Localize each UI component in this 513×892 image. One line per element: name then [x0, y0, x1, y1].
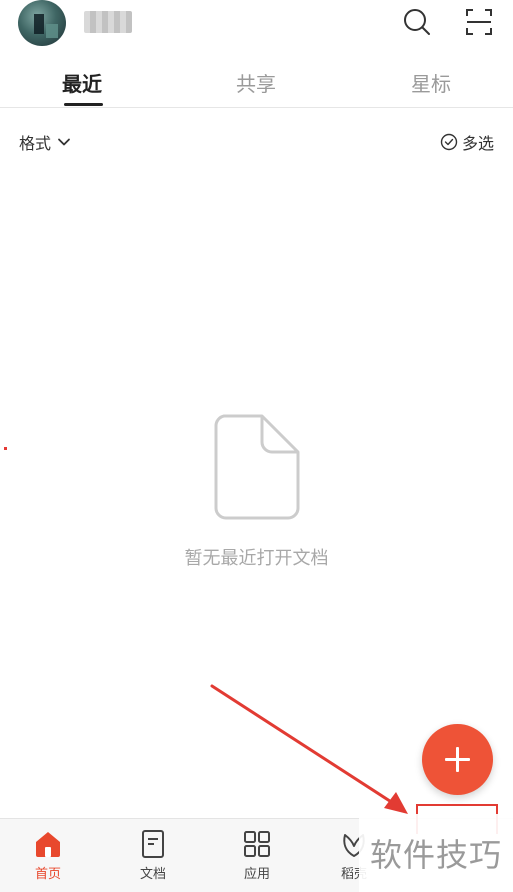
- nav-documents-label: 文档: [139, 867, 166, 882]
- nav-apps-label: 应用: [243, 867, 270, 882]
- tab-recent[interactable]: 最近: [62, 68, 102, 97]
- home-icon: [36, 832, 60, 857]
- active-tab-indicator: [64, 103, 103, 106]
- format-filter-button[interactable]: 格式: [19, 130, 71, 154]
- nav-apps[interactable]: 应用: [222, 829, 292, 882]
- add-new-button[interactable]: [422, 724, 493, 795]
- username-blurred: [84, 11, 132, 33]
- multi-select-label: 多选: [462, 134, 495, 153]
- format-filter-label: 格式: [19, 134, 52, 153]
- search-icon[interactable]: [401, 6, 433, 38]
- watermark: 软件技巧: [359, 814, 513, 892]
- tab-share[interactable]: 共享: [236, 68, 276, 97]
- nav-home[interactable]: 首页: [13, 829, 83, 882]
- nav-documents[interactable]: 文档: [118, 829, 188, 882]
- nav-home-label: 首页: [34, 867, 61, 882]
- chevron-down-icon: [58, 138, 70, 146]
- watermark-text: 软件技巧: [369, 836, 502, 874]
- header-bar: [0, 0, 513, 46]
- empty-state-text: 暂无最近打开文档: [184, 548, 329, 569]
- multi-select-button[interactable]: 多选: [440, 130, 494, 154]
- tab-bar: 最近 共享 星标: [0, 56, 513, 108]
- tab-star[interactable]: 星标: [411, 68, 451, 97]
- filter-row: 格式 多选: [0, 128, 513, 154]
- check-circle-icon: [440, 133, 458, 151]
- apps-grid-icon: [244, 831, 270, 857]
- annotation-dot: [4, 447, 7, 450]
- user-avatar[interactable]: [18, 0, 66, 46]
- document-icon: [214, 414, 300, 520]
- document-icon: [142, 830, 164, 858]
- scan-icon[interactable]: [463, 6, 495, 38]
